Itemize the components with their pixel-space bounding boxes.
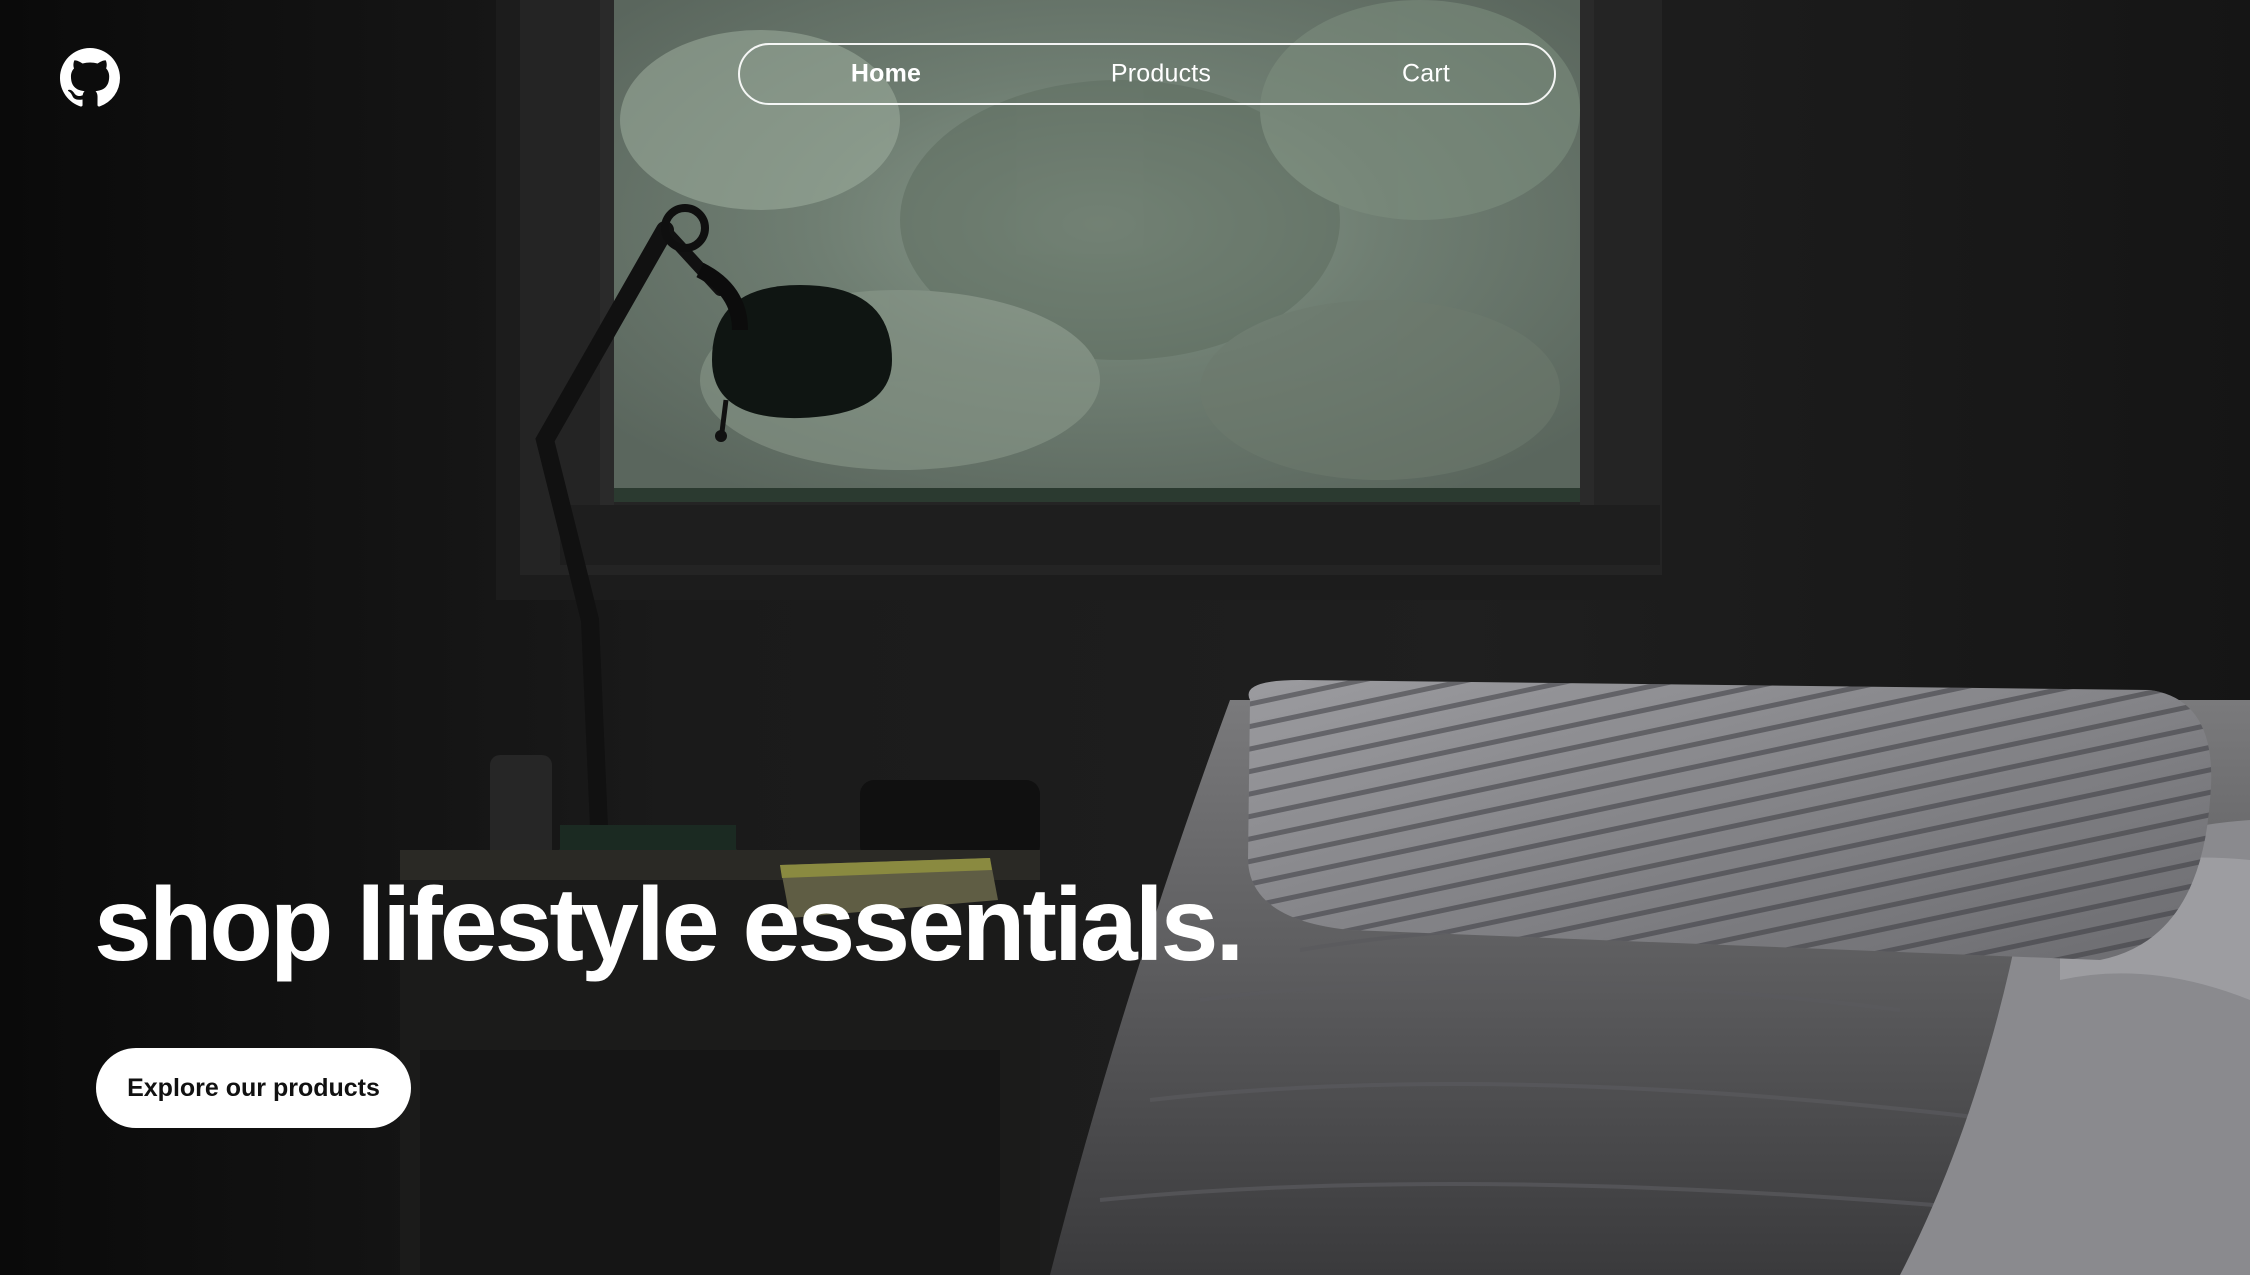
nav-products-link[interactable]: Products xyxy=(1111,60,1211,89)
nav-cart-link[interactable]: Cart xyxy=(1402,60,1450,89)
nav-home-link[interactable]: Home xyxy=(851,60,921,89)
github-icon[interactable] xyxy=(60,48,120,108)
hero-headline: shop lifestyle essentials. xyxy=(94,867,1244,983)
main-nav: Home Products Cart xyxy=(738,43,1556,105)
explore-products-button[interactable]: Explore our products xyxy=(96,1048,411,1128)
